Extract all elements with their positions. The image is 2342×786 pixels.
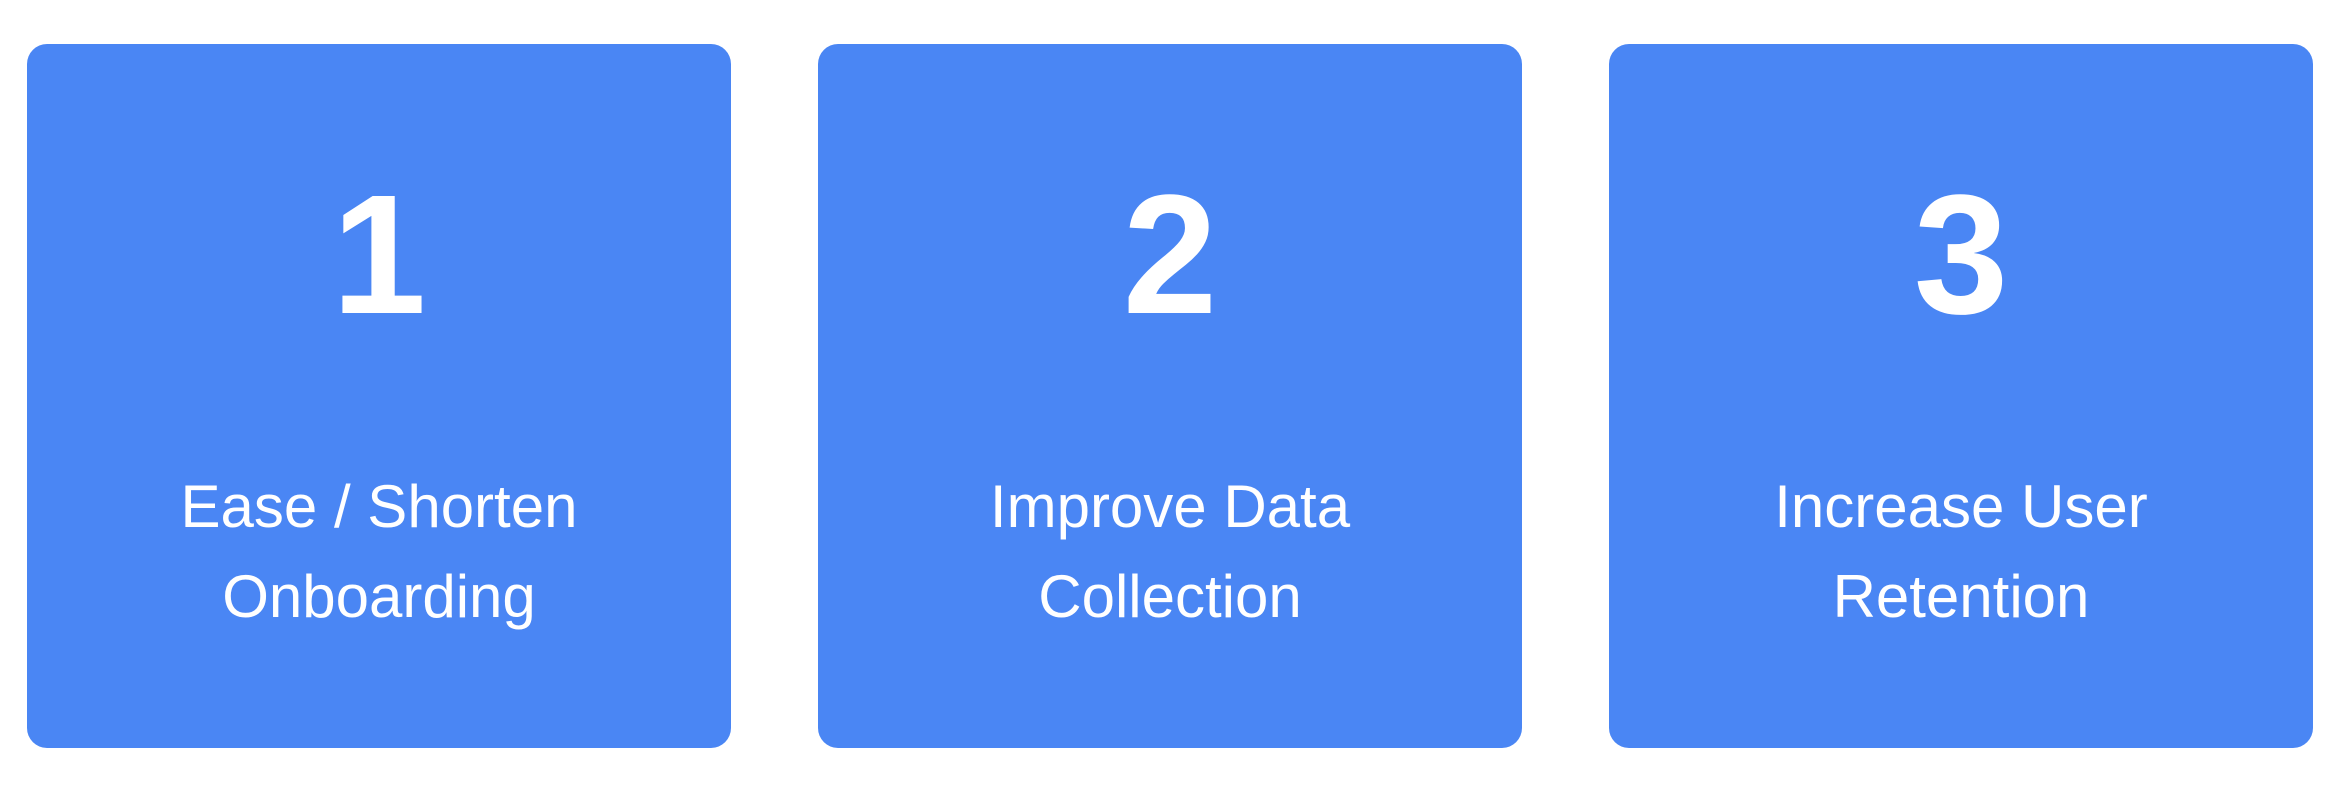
- card-title-line-1: Ease / Shorten: [180, 473, 578, 540]
- card-title: Ease / Shorten Onboarding: [67, 462, 691, 642]
- goal-card-1: 1 Ease / Shorten Onboarding: [27, 44, 731, 748]
- card-number: 2: [1122, 160, 1218, 350]
- card-number: 1: [331, 160, 427, 350]
- goal-card-2: 2 Improve Data Collection: [818, 44, 1522, 748]
- goal-card-3: 3 Increase User Retention: [1609, 44, 2313, 748]
- card-number: 3: [1913, 160, 2009, 350]
- card-title-line-1: Improve Data: [989, 473, 1351, 540]
- card-title-line-2: Collection: [1038, 563, 1302, 630]
- card-title: Increase User Retention: [1649, 462, 2273, 642]
- card-title-line-1: Increase User: [1774, 473, 2148, 540]
- card-title-line-2: Onboarding: [222, 563, 536, 630]
- goal-cards-row: 1 Ease / Shorten Onboarding 2 Improve Da…: [27, 44, 2313, 748]
- card-title-line-2: Retention: [1832, 563, 2090, 630]
- card-title: Improve Data Collection: [858, 462, 1482, 642]
